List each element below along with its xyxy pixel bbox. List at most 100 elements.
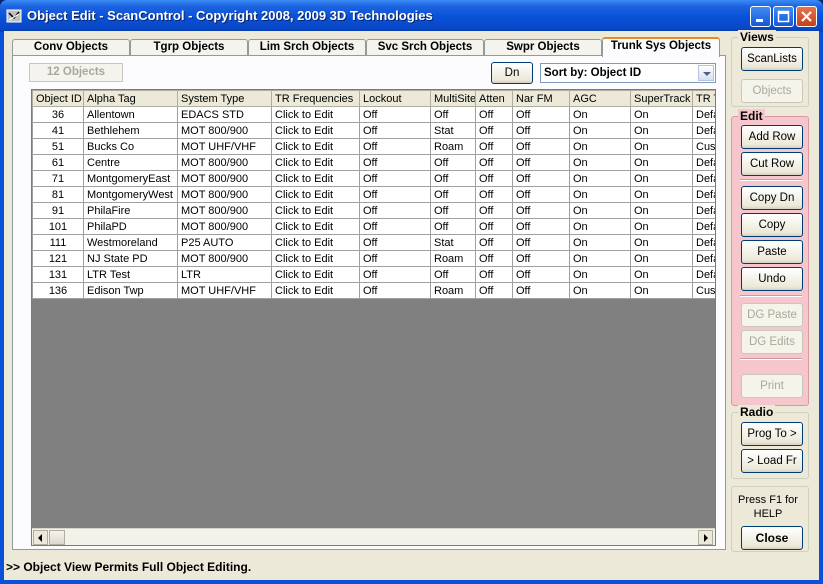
- cell-alpha-tag[interactable]: MontgomeryEast: [83, 170, 178, 187]
- cell-nar-fm[interactable]: Off: [512, 202, 570, 219]
- chevron-down-icon[interactable]: [698, 65, 714, 81]
- table-row[interactable]: 81 MontgomeryWest MOT 800/900 Click to Edit…: [32, 186, 715, 203]
- cell-atten[interactable]: Off: [475, 282, 513, 299]
- cell-agc[interactable]: On: [569, 218, 631, 235]
- cell-supertrack[interactable]: On: [630, 250, 693, 267]
- cell-object-id[interactable]: 36: [32, 106, 84, 123]
- cell-system-type[interactable]: MOT UHF/VHF: [177, 138, 272, 155]
- column-header-system-type[interactable]: System Type: [177, 90, 272, 107]
- dg-paste-button[interactable]: DG Paste: [741, 303, 803, 327]
- cell-multisite[interactable]: Off: [430, 170, 476, 187]
- cell-agc[interactable]: On: [569, 186, 631, 203]
- close-button[interactable]: Close: [741, 526, 803, 550]
- cell-object-id[interactable]: 131: [32, 266, 84, 283]
- tab-tgrp-objects[interactable]: Tgrp Objects: [130, 39, 248, 56]
- cell-lockout[interactable]: Off: [359, 154, 431, 171]
- scanlists-button[interactable]: ScanLists: [741, 47, 803, 71]
- cell-lockout[interactable]: Off: [359, 266, 431, 283]
- cell-nar-fm[interactable]: Off: [512, 250, 570, 267]
- cell-agc[interactable]: On: [569, 234, 631, 251]
- cell-tr-type[interactable]: Default: [692, 170, 715, 187]
- cell-object-id[interactable]: 121: [32, 250, 84, 267]
- scroll-left-icon[interactable]: [33, 530, 48, 545]
- column-header-tr-frequencies[interactable]: TR Frequencies: [271, 90, 360, 107]
- cell-supertrack[interactable]: On: [630, 218, 693, 235]
- cell-tr-frequencies[interactable]: Click to Edit: [271, 218, 360, 235]
- cell-system-type[interactable]: MOT UHF/VHF: [177, 282, 272, 299]
- cell-system-type[interactable]: MOT 800/900: [177, 250, 272, 267]
- cut-row-button[interactable]: Cut Row: [741, 152, 803, 176]
- cell-atten[interactable]: Off: [475, 154, 513, 171]
- cell-atten[interactable]: Off: [475, 138, 513, 155]
- cell-nar-fm[interactable]: Off: [512, 170, 570, 187]
- tab-lim-srch-objects[interactable]: Lim Srch Objects: [248, 39, 366, 56]
- undo-button[interactable]: Undo: [741, 267, 803, 291]
- cell-tr-type[interactable]: Custom: [692, 138, 715, 155]
- horizontal-scrollbar[interactable]: [32, 528, 715, 545]
- table-row[interactable]: 91 PhilaFire MOT 800/900 Click to Edit Off Of…: [32, 202, 715, 219]
- cell-alpha-tag[interactable]: LTR Test: [83, 266, 178, 283]
- cell-multisite[interactable]: Off: [430, 186, 476, 203]
- prog-to-button[interactable]: Prog To >: [741, 422, 803, 446]
- tab-swpr-objects[interactable]: Swpr Objects: [484, 39, 602, 56]
- cell-alpha-tag[interactable]: PhilaFire: [83, 202, 178, 219]
- table-row[interactable]: 111 Westmoreland P25 AUTO Click to Edit Off S…: [32, 234, 715, 251]
- table-row[interactable]: 131 LTR Test LTR Click to Edit Off Off Off Off O…: [32, 266, 715, 283]
- cell-atten[interactable]: Off: [475, 250, 513, 267]
- tab-svc-srch-objects[interactable]: Svc Srch Objects: [366, 39, 484, 56]
- scroll-right-icon[interactable]: [698, 530, 713, 545]
- paste-button[interactable]: Paste: [741, 240, 803, 264]
- cell-multisite[interactable]: Roam: [430, 138, 476, 155]
- cell-tr-frequencies[interactable]: Click to Edit: [271, 106, 360, 123]
- cell-agc[interactable]: On: [569, 106, 631, 123]
- cell-tr-type[interactable]: Default: [692, 202, 715, 219]
- cell-nar-fm[interactable]: Off: [512, 186, 570, 203]
- cell-nar-fm[interactable]: Off: [512, 266, 570, 283]
- cell-tr-type[interactable]: Default: [692, 122, 715, 139]
- cell-tr-frequencies[interactable]: Click to Edit: [271, 154, 360, 171]
- dn-button[interactable]: Dn: [491, 62, 533, 84]
- cell-object-id[interactable]: 41: [32, 122, 84, 139]
- close-window-button[interactable]: [796, 6, 817, 27]
- cell-tr-frequencies[interactable]: Click to Edit: [271, 138, 360, 155]
- table-row[interactable]: 41 Bethlehem MOT 800/900 Click to Edit Off St…: [32, 122, 715, 139]
- column-header-alpha-tag[interactable]: Alpha Tag: [83, 90, 178, 107]
- cell-multisite[interactable]: Stat: [430, 234, 476, 251]
- cell-system-type[interactable]: MOT 800/900: [177, 186, 272, 203]
- cell-tr-type[interactable]: Default: [692, 154, 715, 171]
- load-fr-button[interactable]: > Load Fr: [741, 449, 803, 473]
- column-header-atten[interactable]: Atten: [475, 90, 513, 107]
- cell-system-type[interactable]: LTR: [177, 266, 272, 283]
- cell-nar-fm[interactable]: Off: [512, 154, 570, 171]
- cell-object-id[interactable]: 91: [32, 202, 84, 219]
- column-header-supertrack[interactable]: SuperTrack: [630, 90, 693, 107]
- cell-atten[interactable]: Off: [475, 202, 513, 219]
- table-row[interactable]: 121 NJ State PD MOT 800/900 Click to Edit Of…: [32, 250, 715, 267]
- cell-supertrack[interactable]: On: [630, 122, 693, 139]
- cell-multisite[interactable]: Stat: [430, 122, 476, 139]
- cell-atten[interactable]: Off: [475, 234, 513, 251]
- cell-atten[interactable]: Off: [475, 122, 513, 139]
- cell-lockout[interactable]: Off: [359, 234, 431, 251]
- cell-object-id[interactable]: 61: [32, 154, 84, 171]
- cell-multisite[interactable]: Off: [430, 266, 476, 283]
- minimize-button[interactable]: [750, 6, 771, 27]
- cell-tr-frequencies[interactable]: Click to Edit: [271, 234, 360, 251]
- cell-object-id[interactable]: 71: [32, 170, 84, 187]
- cell-alpha-tag[interactable]: Edison Twp: [83, 282, 178, 299]
- cell-tr-frequencies[interactable]: Click to Edit: [271, 266, 360, 283]
- cell-supertrack[interactable]: On: [630, 282, 693, 299]
- cell-lockout[interactable]: Off: [359, 170, 431, 187]
- cell-supertrack[interactable]: On: [630, 234, 693, 251]
- column-header-nar-fm[interactable]: Nar FM: [512, 90, 570, 107]
- cell-alpha-tag[interactable]: MontgomeryWest: [83, 186, 178, 203]
- copy-dn-button[interactable]: Copy Dn: [741, 186, 803, 210]
- cell-alpha-tag[interactable]: Bucks Co: [83, 138, 178, 155]
- cell-supertrack[interactable]: On: [630, 138, 693, 155]
- cell-system-type[interactable]: MOT 800/900: [177, 218, 272, 235]
- cell-tr-frequencies[interactable]: Click to Edit: [271, 250, 360, 267]
- cell-supertrack[interactable]: On: [630, 202, 693, 219]
- cell-nar-fm[interactable]: Off: [512, 234, 570, 251]
- cell-tr-type[interactable]: Default: [692, 186, 715, 203]
- cell-alpha-tag[interactable]: Allentown: [83, 106, 178, 123]
